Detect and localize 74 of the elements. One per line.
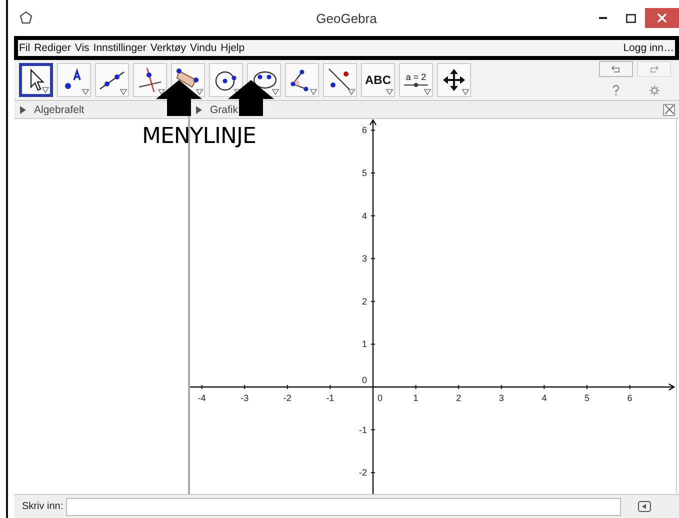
reflect-tool-button[interactable] bbox=[323, 63, 357, 97]
y-tick-label: -2 bbox=[358, 468, 367, 478]
dropdown-triangle-icon bbox=[82, 89, 89, 95]
dropdown-triangle-icon bbox=[158, 89, 165, 95]
input-field[interactable] bbox=[66, 498, 622, 516]
circle-tool-button[interactable] bbox=[209, 63, 243, 97]
close-icon bbox=[657, 13, 667, 23]
y-tick-label: 1 bbox=[362, 339, 367, 350]
dropdown-triangle-icon bbox=[462, 89, 469, 95]
x-tick-label: 6 bbox=[627, 393, 632, 403]
perpendicular-tool-button[interactable] bbox=[133, 63, 167, 97]
panel-title: Algebrafelt bbox=[34, 104, 84, 116]
window-title: GeoGebra bbox=[316, 10, 377, 26]
y-tick-label: 3 bbox=[362, 254, 367, 264]
dropdown-triangle-icon bbox=[196, 89, 203, 95]
collapse-icon[interactable] bbox=[20, 106, 26, 114]
redo-icon bbox=[649, 65, 659, 73]
panel-title: Grafik bbox=[210, 104, 238, 116]
gear-icon bbox=[648, 84, 660, 96]
x-tick-label: 1 bbox=[413, 393, 418, 403]
minimize-icon bbox=[599, 17, 607, 19]
x-tick-label: 0 bbox=[378, 393, 382, 403]
dropdown-triangle-icon bbox=[386, 89, 393, 95]
four-way-arrow-icon bbox=[441, 67, 467, 93]
undo-icon bbox=[611, 65, 621, 73]
move-tool-button[interactable] bbox=[19, 63, 53, 97]
dropdown-triangle-icon bbox=[42, 87, 49, 93]
x-tick-label: -3 bbox=[240, 393, 249, 403]
y-tick-label: 6 bbox=[362, 125, 367, 136]
text-tool-button[interactable]: ABC bbox=[361, 63, 395, 97]
x-tick-label: 5 bbox=[584, 393, 590, 403]
close-icon bbox=[664, 105, 674, 114]
point-tool-button[interactable] bbox=[57, 63, 91, 97]
y-tick-label: 2 bbox=[362, 296, 367, 306]
menu-item[interactable]: Vindu bbox=[190, 42, 217, 54]
menu-item[interactable]: Fil bbox=[19, 42, 30, 54]
login-link[interactable]: Logg inn… bbox=[623, 42, 674, 54]
perpendicular-line-icon bbox=[137, 67, 163, 93]
y-tick-label: 5 bbox=[362, 168, 367, 178]
dropdown-triangle-icon bbox=[348, 89, 355, 95]
dropdown-triangle-icon bbox=[120, 89, 127, 95]
x-tick-label: 3 bbox=[498, 393, 504, 403]
dropdown-triangle-icon bbox=[310, 89, 317, 95]
y-tick-label: 0 bbox=[362, 375, 367, 385]
menu-item[interactable]: Rediger bbox=[34, 42, 71, 54]
x-tick-label: 2 bbox=[456, 393, 462, 403]
dropdown-triangle-icon bbox=[424, 89, 431, 95]
menu-item[interactable]: Verktøy bbox=[150, 42, 186, 54]
maximize-icon bbox=[626, 14, 636, 22]
help-icon bbox=[612, 84, 620, 96]
close-button[interactable] bbox=[645, 8, 679, 28]
up-arrow-icon bbox=[156, 80, 202, 116]
close-view-button[interactable] bbox=[663, 104, 675, 116]
y-tick-label: 4 bbox=[362, 210, 367, 221]
app-icon bbox=[19, 11, 33, 25]
collapse-icon[interactable] bbox=[196, 106, 202, 114]
x-tick-label: -1 bbox=[326, 393, 334, 403]
annotation-label: MENYLINJE bbox=[142, 124, 256, 149]
y-tick-label: -1 bbox=[358, 424, 367, 435]
x-tick-label: -4 bbox=[198, 393, 206, 403]
slider-tool-button[interactable]: a = 2 bbox=[399, 63, 433, 97]
x-tick-label: -2 bbox=[283, 393, 292, 403]
dropdown-triangle-icon bbox=[272, 89, 279, 95]
x-tick-label: 4 bbox=[542, 393, 547, 403]
keyboard-toggle-button[interactable] bbox=[638, 501, 652, 512]
angle-tool-button[interactable] bbox=[285, 63, 319, 97]
input-label: Skriv inn: bbox=[22, 501, 64, 512]
pan-tool-button[interactable] bbox=[437, 63, 471, 97]
menu-item[interactable]: Innstillinger bbox=[93, 42, 146, 54]
line-tool-button[interactable] bbox=[95, 63, 129, 97]
menu-item[interactable]: Vis bbox=[74, 42, 90, 54]
slider-icon bbox=[403, 82, 429, 88]
undo-button[interactable] bbox=[599, 61, 633, 77]
menu-item[interactable]: Hjelp bbox=[220, 42, 245, 54]
